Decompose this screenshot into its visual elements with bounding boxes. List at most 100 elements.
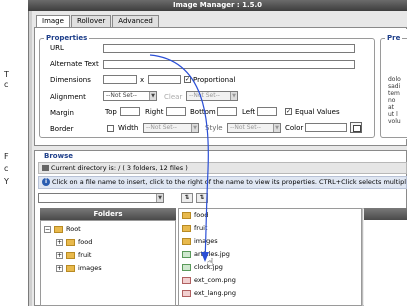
path-select[interactable]: ▼ [38, 193, 164, 203]
margin-label: Margin [50, 109, 74, 117]
proportional-checkbox[interactable]: ✓ [184, 76, 191, 83]
preview-line: no [388, 97, 396, 104]
details-header [364, 208, 407, 220]
margin-bottom-input[interactable] [217, 107, 237, 116]
preview-legend: Pre [385, 34, 403, 42]
clear-label: Clear [164, 93, 183, 101]
preview-text: dolo sadi tem no at ut l volu [388, 76, 407, 125]
margin-top-input[interactable] [120, 107, 140, 116]
details-pane [364, 208, 407, 306]
browse-legend: Browse [42, 152, 75, 160]
file-name: fruit [194, 224, 208, 232]
sort-down-icon[interactable]: ⇅ [196, 193, 208, 203]
equal-values-label: Equal Values [295, 108, 340, 116]
folder-icon [182, 211, 191, 219]
file-item[interactable]: clock.jpg [182, 263, 223, 271]
folder-icon [66, 264, 75, 272]
border-color-input[interactable] [305, 123, 347, 132]
tree-root[interactable]: − Root [44, 225, 81, 233]
border-style-value: --Not Set-- [230, 124, 261, 131]
margin-right-label: Right [145, 108, 164, 116]
margin-left-input[interactable] [257, 107, 277, 116]
preview-line: tem [388, 90, 400, 97]
chevron-down-icon: ▼ [149, 92, 156, 100]
file-item[interactable]: ext_com.png [182, 276, 236, 284]
bg-char: c [4, 164, 9, 173]
tree-item-images[interactable]: + images [56, 264, 102, 272]
image-file-icon [182, 276, 191, 284]
image-file-icon [182, 263, 191, 271]
equal-values-checkbox[interactable]: ✓ [285, 108, 292, 115]
image-file-icon [182, 250, 191, 258]
info-bar: i Click on a file name to insert, click … [38, 176, 407, 189]
file-item[interactable]: food [182, 211, 208, 219]
tab-rollover[interactable]: Rollover [70, 15, 112, 27]
margin-top-label: Top [105, 108, 117, 116]
folders-header: Folders [40, 208, 176, 220]
border-width-select[interactable]: --Not Set-- ▼ [143, 123, 199, 133]
url-input[interactable] [103, 44, 355, 53]
border-color-label: Color [285, 124, 304, 132]
clear-value: --Not Set-- [189, 92, 220, 99]
alt-text-input[interactable] [103, 60, 355, 69]
bg-char: F [4, 152, 9, 161]
current-directory-bar: Current directory is: / ( 3 folders, 12 … [38, 162, 407, 174]
margin-right-input[interactable] [166, 107, 186, 116]
file-item[interactable]: images [182, 237, 218, 245]
path-toolbar: ▼ ⇅ ⇅ [38, 192, 407, 205]
chevron-down-icon: ▼ [191, 124, 198, 132]
preview-line: sadi [388, 83, 401, 90]
collapse-icon[interactable]: − [44, 225, 51, 233]
bg-char: c [4, 80, 9, 89]
file-name: food [194, 211, 209, 219]
tree-item-fruit[interactable]: + fruit [56, 251, 91, 259]
height-input[interactable] [148, 75, 181, 84]
current-directory-text: Current directory is: / ( 3 folders, 12 … [51, 164, 188, 172]
width-input[interactable] [103, 75, 137, 84]
expand-icon[interactable]: + [56, 238, 63, 246]
margin-bottom-label: Bottom [190, 108, 216, 116]
preview-line: ut l [388, 111, 398, 118]
tree-item-label: food [78, 238, 93, 246]
hand-cursor-icon: ☝ [207, 256, 214, 269]
expand-icon[interactable]: + [56, 251, 63, 259]
tree-item-label: images [78, 264, 102, 272]
preview-line: dolo [388, 76, 401, 83]
border-style-label: Style [205, 124, 223, 132]
file-name: images [194, 237, 218, 245]
clear-select[interactable]: --Not Set-- ▼ [186, 91, 238, 101]
preview-line: at [388, 104, 395, 111]
alt-text-label: Alternate Text [50, 60, 99, 68]
tree-item-food[interactable]: + food [56, 238, 92, 246]
folder-icon [66, 238, 75, 246]
file-item[interactable]: fruit [182, 224, 207, 232]
chevron-down-icon: ▼ [230, 92, 237, 100]
dialog-title[interactable]: Image Manager : 1.5.0 [28, 0, 407, 11]
chevron-down-icon: ▼ [273, 124, 280, 132]
file-name: ext_com.png [194, 276, 236, 284]
margin-left-label: Left [242, 108, 256, 116]
border-width-label: Width [118, 124, 139, 132]
properties-legend: Properties [44, 34, 90, 42]
file-name: ext_lang.png [194, 289, 237, 297]
tab-advanced[interactable]: Advanced [112, 15, 159, 27]
file-item[interactable]: ext_lang.png [182, 289, 236, 297]
dimensions-separator: x [140, 76, 145, 84]
folder-icon [182, 237, 191, 245]
bg-char: Y [4, 177, 9, 186]
expand-icon[interactable]: + [56, 264, 63, 272]
alignment-label: Alignment [50, 93, 86, 101]
border-checkbox[interactable] [107, 125, 114, 132]
folder-icon [182, 224, 191, 232]
border-width-value: --Not Set-- [146, 124, 177, 131]
proportional-label: Proportional [193, 76, 236, 84]
alignment-select[interactable]: --Not Set-- ▼ [103, 91, 157, 101]
border-style-select[interactable]: --Not Set-- ▼ [227, 123, 281, 133]
folder-icon [66, 251, 75, 259]
url-label: URL [50, 44, 64, 52]
sort-up-icon[interactable]: ⇅ [181, 193, 193, 203]
image-file-icon [182, 289, 191, 297]
dimensions-label: Dimensions [50, 76, 91, 84]
color-picker-icon[interactable] [350, 122, 362, 133]
file-item[interactable]: articles.jpg [182, 250, 230, 258]
